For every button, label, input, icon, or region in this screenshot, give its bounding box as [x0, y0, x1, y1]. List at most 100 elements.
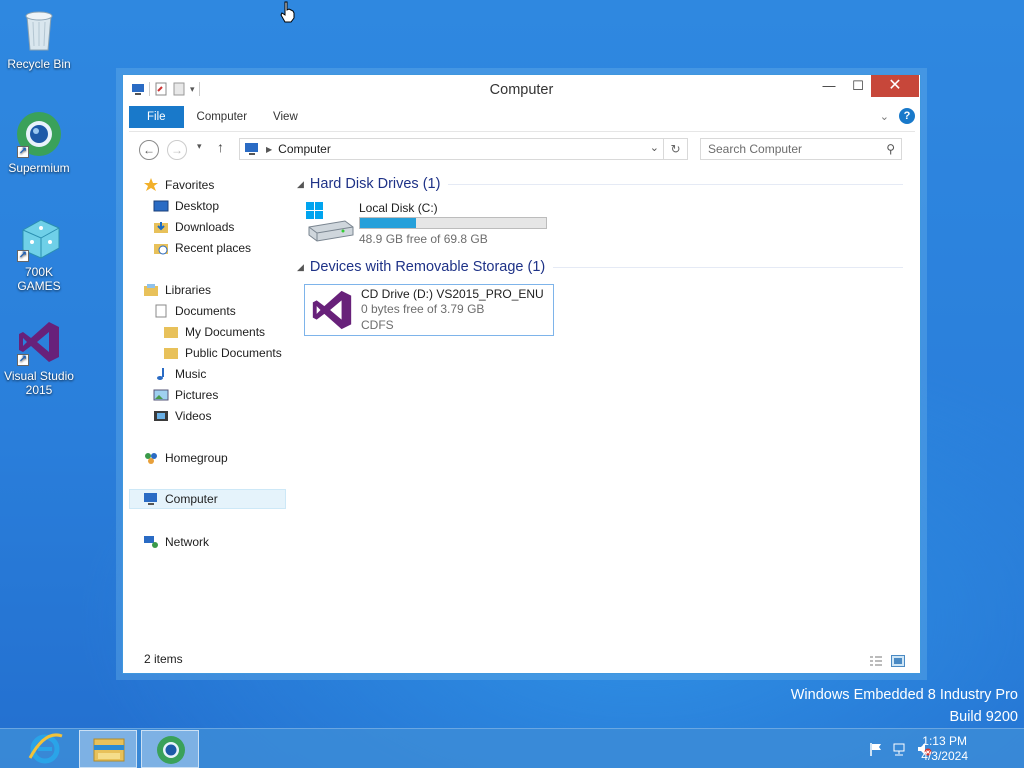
title-bar[interactable]: ▾ Computer — ☐ ✕: [123, 75, 920, 105]
recycle-bin-icon: [15, 6, 63, 54]
group-header-removable-storage[interactable]: ◢ Devices with Removable Storage (1): [297, 259, 903, 275]
nav-item-network[interactable]: Network: [143, 532, 209, 552]
status-bar: 2 items: [129, 649, 915, 669]
drive-name: Local Disk (C:): [359, 201, 438, 215]
nav-item-label: Computer: [165, 492, 218, 506]
taskbar-file-explorer[interactable]: [79, 730, 137, 768]
desktop-icon: [153, 199, 169, 213]
desktop-icon-recycle-bin[interactable]: Recycle Bin: [2, 6, 76, 71]
nav-item-recent-places[interactable]: Recent places: [153, 238, 251, 258]
details-view-icon[interactable]: [869, 653, 883, 666]
up-button[interactable]: ↑: [217, 139, 224, 155]
nav-item-label: Libraries: [165, 283, 212, 297]
search-input[interactable]: Search Computer ⚲: [700, 138, 902, 160]
visual-studio-icon: ↗: [15, 318, 63, 366]
recent-locations-chevron-icon[interactable]: ▾: [197, 141, 202, 152]
minimize-button[interactable]: —: [815, 75, 843, 97]
nav-item-label: Pictures: [175, 388, 219, 402]
nav-item-documents[interactable]: Documents: [153, 301, 236, 321]
desktop-icon-700k-games[interactable]: ↗ 700K GAMES: [2, 214, 76, 293]
libraries-icon: [143, 283, 159, 297]
nav-item-label: Videos: [175, 409, 212, 423]
internet-explorer-icon: [28, 733, 63, 764]
desktop-icon-visual-studio[interactable]: ↗ Visual Studio 2015: [2, 318, 76, 397]
taskbar-internet-explorer[interactable]: [16, 730, 74, 768]
documents-icon: [153, 304, 169, 318]
network-icon: [143, 535, 159, 549]
nav-item-my-documents[interactable]: My Documents: [163, 322, 265, 342]
computer-small-icon: [244, 142, 260, 156]
breadcrumb-chevron-icon[interactable]: ▶: [266, 145, 272, 154]
refresh-button[interactable]: ↻: [664, 138, 688, 160]
nav-item-label: Homegroup: [165, 451, 228, 465]
drive-name: CD Drive (D:) VS2015_PRO_ENU: [361, 287, 544, 301]
help-icon[interactable]: ?: [899, 108, 915, 124]
maximize-button[interactable]: ☐: [844, 75, 872, 97]
drive-item-d[interactable]: CD Drive (D:) VS2015_PRO_ENU 0 bytes fre…: [309, 287, 544, 333]
taskbar-supermium[interactable]: [141, 730, 199, 768]
network-status-icon[interactable]: [892, 741, 908, 757]
address-path: Computer: [278, 142, 331, 156]
nav-item-computer[interactable]: Computer: [129, 489, 286, 509]
shortcut-arrow-icon: ↗: [17, 250, 29, 262]
action-center-flag-icon[interactable]: [868, 741, 884, 757]
item-count: 2 items: [144, 652, 183, 666]
nav-item-public-documents[interactable]: Public Documents: [163, 343, 282, 363]
window-title: Computer: [489, 82, 554, 98]
nav-item-label: Downloads: [175, 220, 235, 234]
desktop-icon-label: Recycle Bin: [7, 57, 71, 71]
tab-computer[interactable]: Computer: [184, 106, 261, 128]
desktop-icon-supermium[interactable]: ↗ Supermium: [2, 110, 76, 175]
tab-view[interactable]: View: [260, 106, 311, 128]
drive-usage-fill: [360, 218, 416, 228]
visual-studio-drive-icon: [309, 287, 357, 333]
nav-item-music[interactable]: Music: [153, 364, 206, 384]
taskbar: 1:13 PM 4/3/2024: [0, 728, 1024, 768]
hand-cursor-icon: [280, 1, 296, 23]
collapse-triangle-icon[interactable]: ◢: [297, 179, 304, 190]
large-icons-view-icon[interactable]: [891, 653, 905, 667]
nav-item-label: Documents: [175, 304, 236, 318]
nav-item-pictures[interactable]: Pictures: [153, 385, 218, 405]
videos-icon: [153, 409, 169, 423]
homegroup-icon: [143, 451, 159, 465]
expand-ribbon-chevron-icon[interactable]: ⌄: [880, 110, 889, 123]
nav-item-label: Desktop: [175, 199, 220, 213]
nav-item-downloads[interactable]: Downloads: [153, 217, 234, 237]
drive-item-d-selected[interactable]: CD Drive (D:) VS2015_PRO_ENU 0 bytes fre…: [304, 284, 554, 336]
group-header-hard-disk-drives[interactable]: ◢ Hard Disk Drives (1): [297, 176, 903, 192]
drive-filesystem: CDFS: [361, 318, 394, 332]
search-icon[interactable]: ⚲: [886, 139, 895, 159]
back-button[interactable]: ←: [139, 140, 159, 160]
address-dropdown-chevron-icon[interactable]: ⌄: [650, 141, 659, 154]
nav-item-homegroup[interactable]: Homegroup: [143, 448, 228, 468]
nav-item-videos[interactable]: Videos: [153, 406, 211, 426]
star-icon: [143, 178, 159, 192]
nav-item-libraries[interactable]: Libraries: [143, 280, 211, 300]
nav-item-label: My Documents: [185, 325, 266, 339]
drive-item-c[interactable]: Local Disk (C:) 48.9 GB free of 69.8 GB: [305, 199, 547, 247]
nav-item-favorites[interactable]: Favorites: [143, 175, 214, 195]
desktop-icon-label: 700K GAMES: [17, 265, 61, 293]
dice-icon: ↗: [15, 214, 63, 262]
search-placeholder: Search Computer: [708, 142, 803, 156]
divider: [448, 183, 903, 185]
recent-places-icon: [153, 241, 169, 255]
clock-date: 4/3/2024: [921, 749, 968, 763]
explorer-window: ▾ Computer — ☐ ✕ File Computer View ⌄ ? …: [122, 74, 921, 674]
group-title: Devices with Removable Storage (1): [309, 259, 546, 275]
close-button[interactable]: ✕: [871, 75, 919, 97]
forward-button[interactable]: →: [167, 140, 187, 160]
nav-item-label: Favorites: [165, 178, 215, 192]
system-clock[interactable]: 1:13 PM 4/3/2024: [921, 734, 968, 764]
file-explorer-icon: [93, 738, 125, 762]
nav-item-label: Public Documents: [185, 346, 282, 360]
clock-time: 1:13 PM: [922, 734, 967, 748]
collapse-triangle-icon[interactable]: ◢: [297, 262, 304, 273]
address-bar[interactable]: ▶ Computer ⌄: [239, 138, 664, 160]
desktop-icon-label: Supermium: [8, 161, 70, 175]
hard-drive-icon: [305, 199, 355, 243]
nav-item-desktop[interactable]: Desktop: [153, 196, 219, 216]
drive-usage-bar: [359, 217, 547, 229]
tab-file[interactable]: File: [129, 106, 184, 128]
